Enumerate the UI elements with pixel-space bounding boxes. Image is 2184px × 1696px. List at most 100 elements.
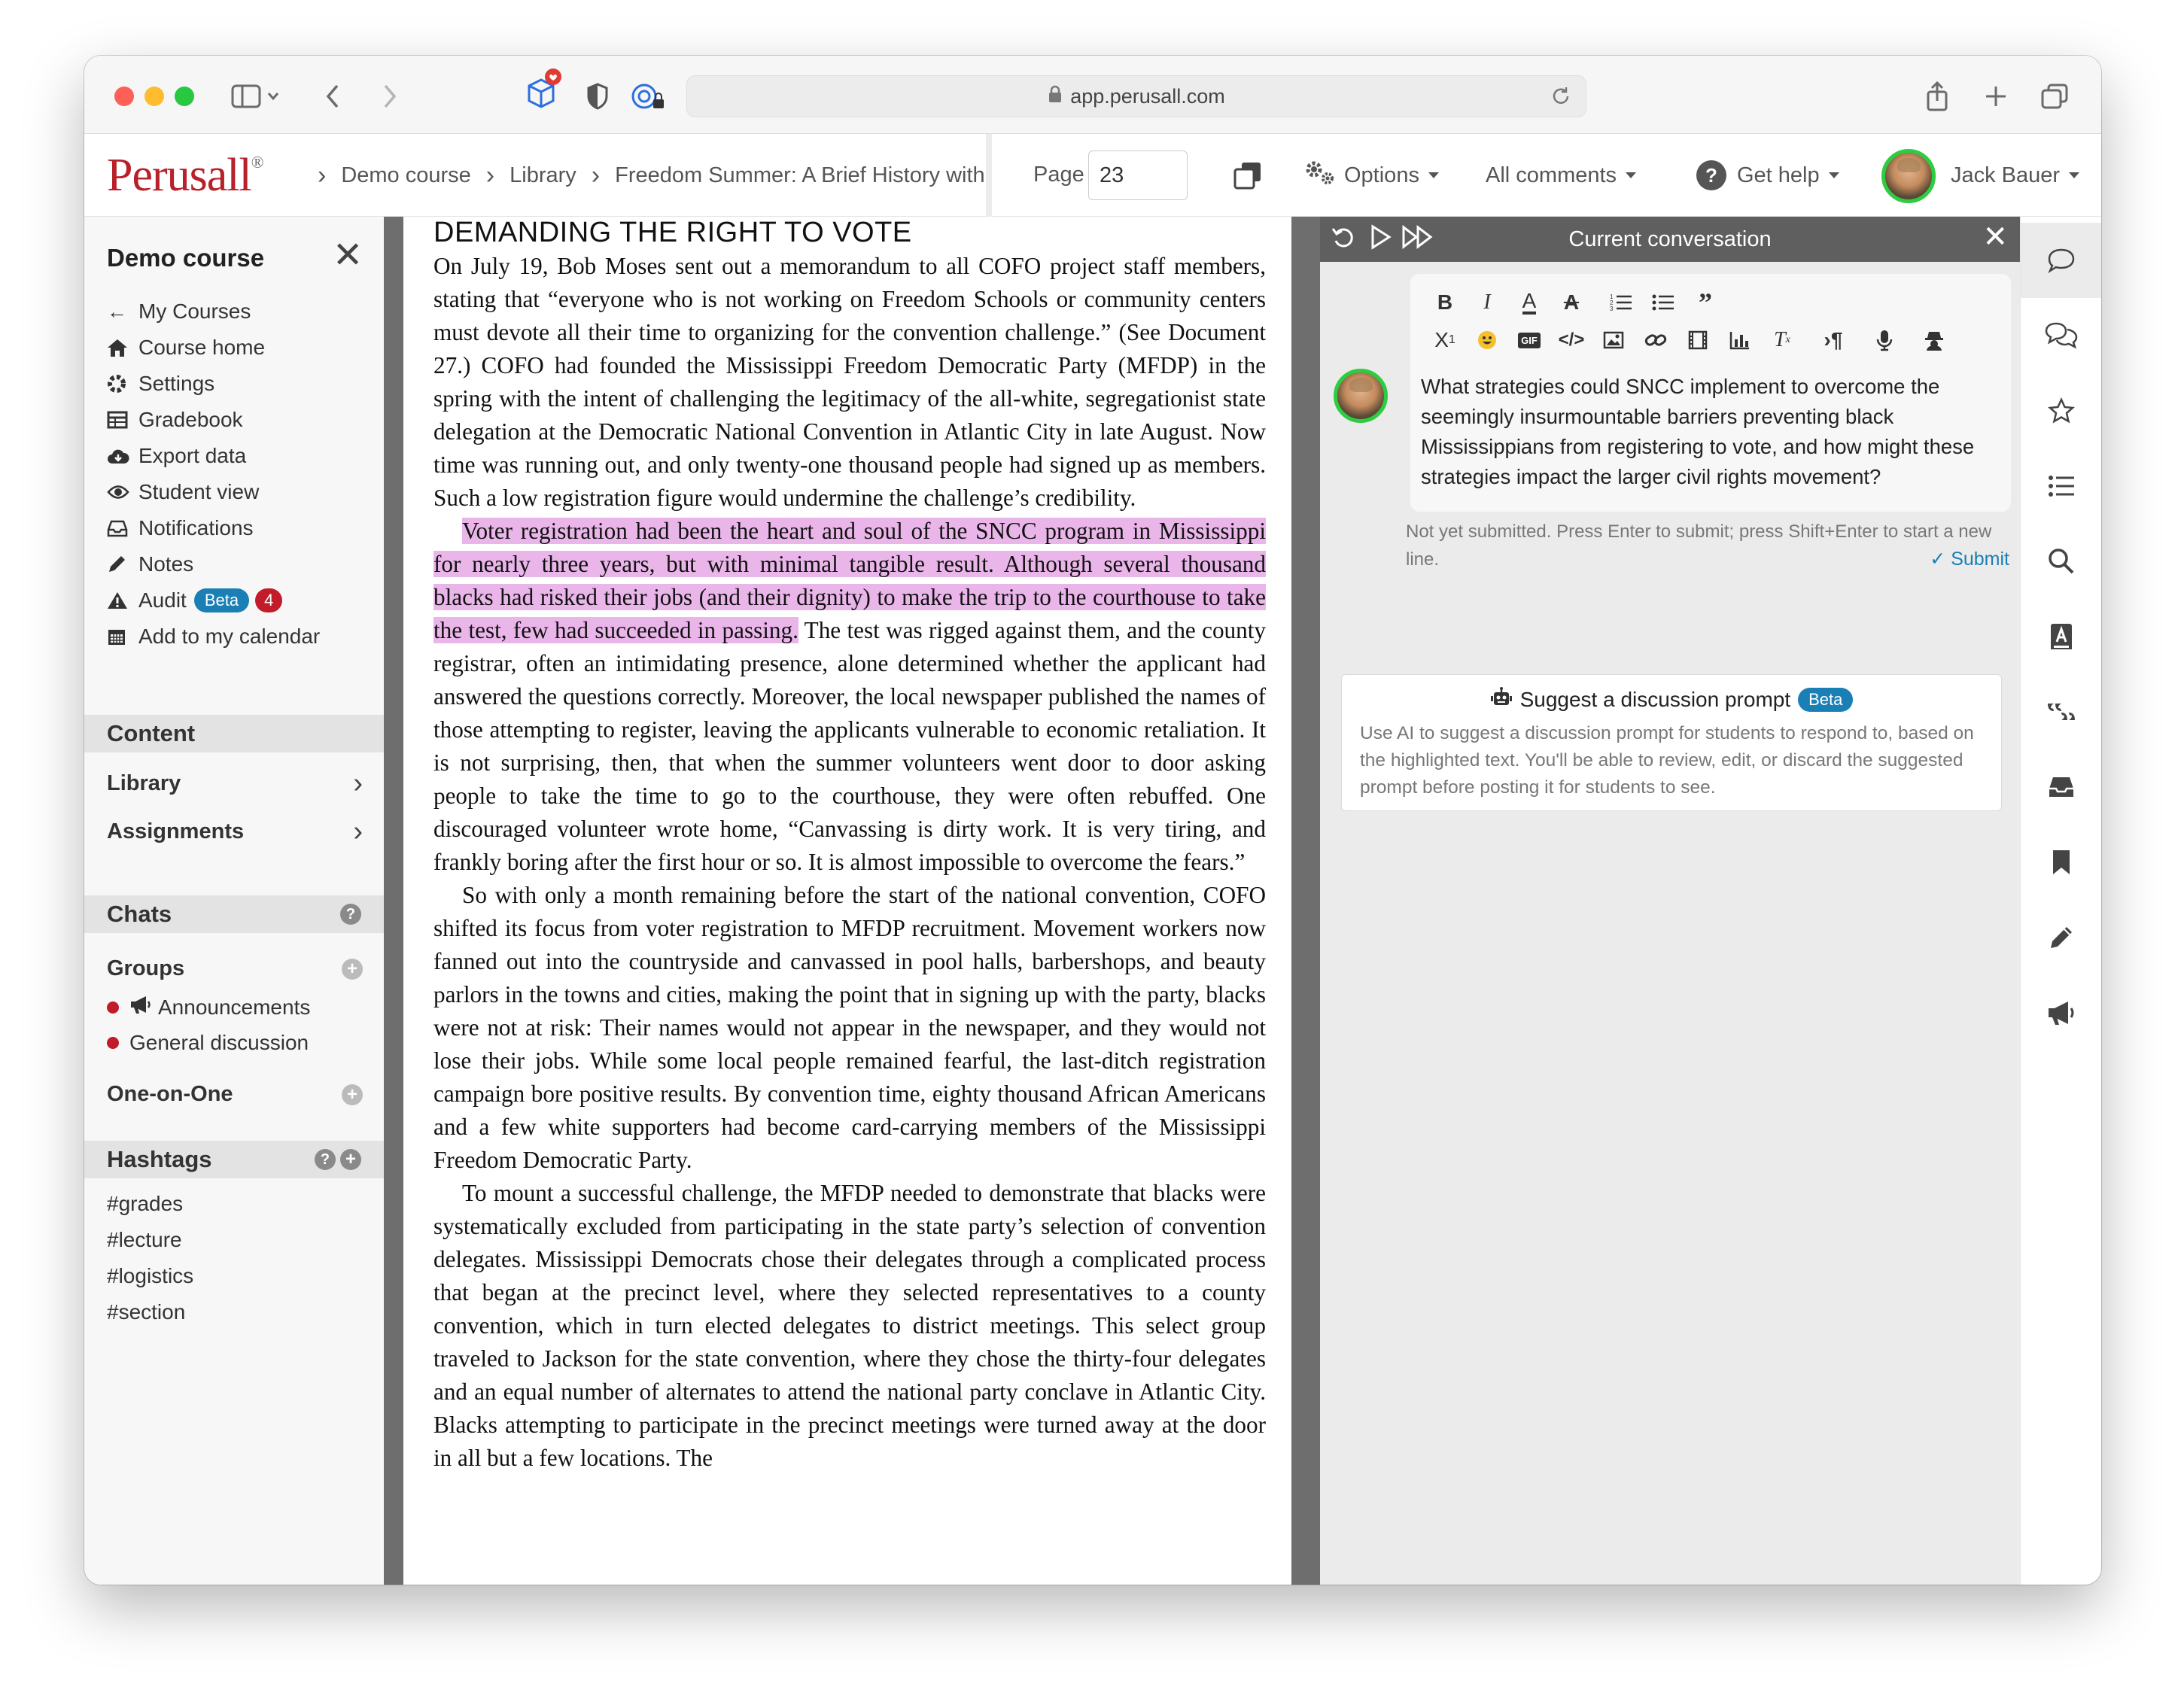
chat-announcements[interactable]: Announcements [107,995,310,1020]
image-icon[interactable] [1592,324,1635,357]
page-number-input[interactable]: 23 [1088,150,1188,200]
extension-box-icon[interactable] [521,68,566,108]
gif-icon[interactable]: GIF [1508,324,1550,357]
comment-editor[interactable]: B I A A 123 ” X1 GIF </> Tx ›¶ What stra… [1410,274,2011,512]
list-icon[interactable] [2021,448,2101,524]
help-icon[interactable]: ? [315,1149,336,1170]
document-body[interactable]: On July 19, Bob Moses sent out a memoran… [433,250,1266,1475]
document-page[interactable]: DEMANDING THE RIGHT TO VOTE On July 19, … [403,217,1291,1585]
tab-overview-icon[interactable] [2038,78,2071,114]
help-icon[interactable]: ? [340,904,361,925]
text-color-icon[interactable]: A [1508,286,1550,319]
nav-gradebook[interactable]: Gradebook [107,402,320,438]
clear-format-icon[interactable]: A [1550,286,1592,319]
nav-student-view[interactable]: Student view [107,474,320,510]
close-window-button[interactable] [114,87,134,106]
add-group-icon[interactable]: + [342,958,363,980]
perusall-logo[interactable]: Perusall® [107,149,263,202]
video-icon[interactable] [1677,324,1719,357]
close-icon[interactable]: ✕ [333,238,363,274]
text-direction-icon[interactable]: ›¶ [1812,324,1854,357]
user-avatar[interactable] [1881,149,1936,203]
password-icon[interactable] [629,78,667,114]
hashtag-item[interactable]: #logistics [107,1264,193,1288]
hashtag-item[interactable]: #grades [107,1192,183,1216]
forward-icon[interactable] [375,78,405,114]
options-label: Options [1344,163,1419,187]
suggest-prompt-card[interactable]: Suggest a discussion prompt Beta Use AI … [1341,674,2002,811]
beta-badge: Beta [193,588,250,612]
inbox-icon[interactable] [2021,749,2101,825]
search-icon[interactable] [2021,524,2101,599]
chart-icon[interactable] [1719,324,1761,357]
chats-section-header: Chats ? [84,895,384,933]
user-menu[interactable]: Jack Bauer [1951,134,2080,217]
sidebar-toggle-icon[interactable] [227,78,287,114]
submit-button[interactable]: ✓ Submit [1930,548,2009,570]
anonymous-icon[interactable] [1913,324,1955,357]
comments-filter-dropdown[interactable]: All comments [1486,134,1637,217]
new-tab-icon[interactable] [1979,78,2012,114]
share-icon[interactable] [1921,78,1954,114]
cloud-download-icon [107,447,138,465]
editor-toolbar-row-1: B I A A 123 ” [1424,286,1726,319]
bullet-list-icon[interactable] [1642,286,1684,319]
breadcrumb-library[interactable]: Library [509,163,576,188]
add-hashtag-icon[interactable]: + [340,1149,361,1170]
megaphone-icon[interactable] [2021,975,2101,1050]
nav-notes[interactable]: Notes [107,546,320,582]
superscript-icon[interactable]: X1 [1424,324,1466,357]
chat-general-discussion[interactable]: General discussion [107,1031,309,1055]
back-icon[interactable] [318,78,348,114]
suggest-prompt-description: Use AI to suggest a discussion prompt fo… [1360,723,1974,798]
course-nav: ← My Courses Course home Settings Gradebo… [107,293,320,655]
comment-text-input[interactable]: What strategies could SNCC implement to … [1421,372,2000,492]
page-label: Page [1033,163,1084,187]
browser-window: app.perusall.com Perusall® › Demo course… [84,56,2101,1585]
nav-my-courses[interactable]: ← My Courses [107,293,320,330]
zoom-window-button[interactable] [175,87,194,106]
nav-notifications[interactable]: Notifications [107,510,320,546]
pencil-icon[interactable] [2021,900,2101,975]
sidebar-item-assignments[interactable]: Assignments › [107,816,363,848]
star-icon[interactable] [2021,373,2101,448]
numbered-list-icon[interactable]: 123 [1600,286,1642,319]
nav-export-data[interactable]: Export data [107,438,320,474]
shield-icon[interactable] [581,78,614,114]
italic-icon[interactable]: I [1466,286,1508,319]
bookmark-icon[interactable] [2021,825,2101,900]
nav-settings[interactable]: Settings [107,366,320,402]
breadcrumb-course[interactable]: Demo course [341,163,470,188]
emoji-icon[interactable] [1466,324,1508,357]
bold-icon[interactable]: B [1424,286,1466,319]
add-chat-icon[interactable]: + [342,1084,363,1105]
conversations-icon[interactable] [2021,298,2101,373]
copy-pages-icon[interactable] [1233,134,1263,217]
suggest-prompt-title[interactable]: Suggest a discussion prompt Beta [1342,687,2001,712]
hashtag-item[interactable]: #section [107,1300,185,1324]
clear-formatting-icon[interactable]: Tx [1761,324,1803,357]
quotes-icon[interactable] [2021,674,2101,749]
hashtag-item[interactable]: #lecture [107,1228,182,1252]
reload-icon[interactable] [1550,85,1572,113]
code-icon[interactable]: </> [1550,324,1592,357]
lock-icon [1048,85,1063,108]
close-icon[interactable]: ✕ [1982,220,2008,254]
breadcrumb-separator-icon: › [485,160,495,190]
nav-audit[interactable]: Audit Beta 4 [107,582,320,619]
nav-add-to-calendar[interactable]: Add to my calendar [107,619,320,655]
nav-course-home[interactable]: Course home [107,330,320,366]
glossary-icon[interactable] [2021,599,2101,674]
address-bar[interactable]: app.perusall.com [686,75,1586,117]
breadcrumb-document[interactable]: Freedom Summer: A Brief History with [615,163,987,188]
current-conversation-icon[interactable] [2021,223,2101,298]
sidebar-item-library[interactable]: Library › [107,767,363,800]
help-dropdown[interactable]: ? Get help [1696,134,1839,217]
microphone-icon[interactable] [1863,324,1906,357]
minimize-window-button[interactable] [144,87,164,106]
quote-icon[interactable]: ” [1684,286,1726,319]
link-icon[interactable] [1635,324,1677,357]
chevron-down-icon [1828,172,1839,178]
comments-filter-label: All comments [1486,163,1617,187]
options-dropdown[interactable]: Options [1303,134,1439,217]
